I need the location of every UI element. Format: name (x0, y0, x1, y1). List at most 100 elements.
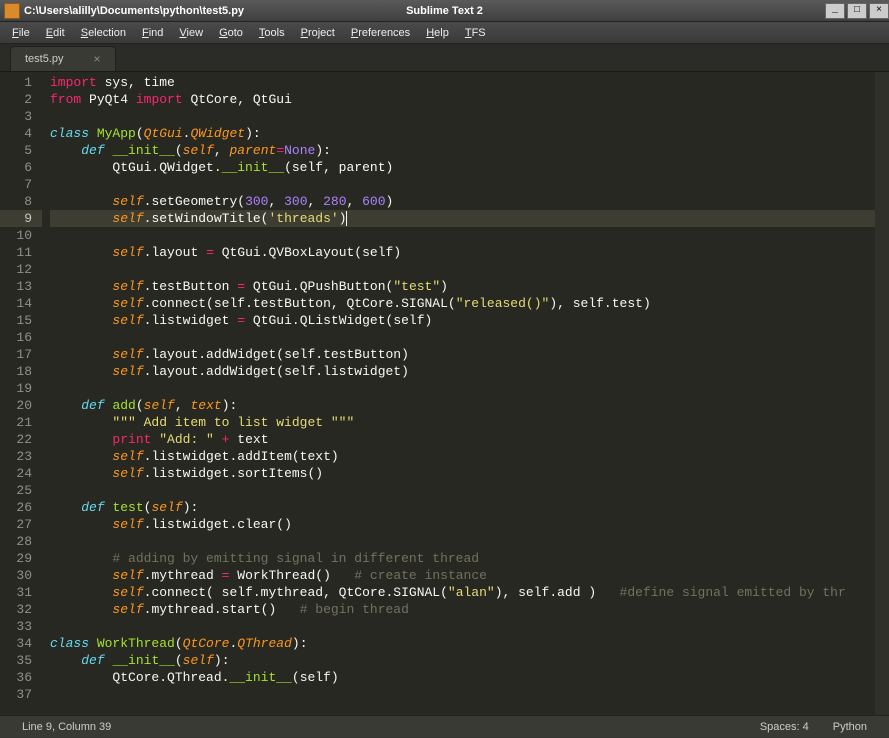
code-line[interactable]: self.connect(self.testButton, QtCore.SIG… (50, 295, 889, 312)
code-line[interactable]: self.listwidget.addItem(text) (50, 448, 889, 465)
line-number: 2 (0, 91, 32, 108)
code-line[interactable]: self.listwidget.clear() (50, 516, 889, 533)
menu-find[interactable]: Find (134, 25, 171, 41)
line-number: 14 (0, 295, 32, 312)
line-number: 36 (0, 669, 32, 686)
menu-project[interactable]: Project (293, 25, 343, 41)
line-number: 15 (0, 312, 32, 329)
window-title-path: C:\Users\alilly\Documents\python\test5.p… (24, 5, 244, 17)
code-line[interactable]: self.mythread = WorkThread() # create in… (50, 567, 889, 584)
line-number: 5 (0, 142, 32, 159)
line-number: 25 (0, 482, 32, 499)
code-line[interactable]: self.connect( self.mythread, QtCore.SIGN… (50, 584, 889, 601)
line-number: 8 (0, 193, 32, 210)
code-line[interactable]: self.layout.addWidget(self.listwidget) (50, 363, 889, 380)
line-number: 11 (0, 244, 32, 261)
menu-file[interactable]: File (4, 25, 38, 41)
line-number-gutter: 1234567891011121314151617181920212223242… (0, 72, 42, 715)
code-line[interactable]: import sys, time (50, 74, 889, 91)
code-content[interactable]: import sys, timefrom PyQt4 import QtCore… (42, 72, 889, 715)
code-line[interactable]: self.layout.addWidget(self.testButton) (50, 346, 889, 363)
line-number: 19 (0, 380, 32, 397)
code-line[interactable] (50, 261, 889, 278)
window-controls: _ □ × (823, 3, 889, 19)
line-number: 27 (0, 516, 32, 533)
code-editor[interactable]: 1234567891011121314151617181920212223242… (0, 72, 889, 715)
code-line[interactable]: self.setWindowTitle('threads') (50, 210, 889, 227)
menu-edit[interactable]: Edit (38, 25, 73, 41)
code-line[interactable]: def test(self): (50, 499, 889, 516)
line-number: 9 (0, 210, 42, 227)
status-bar: Line 9, Column 39 Spaces: 4 Python (0, 715, 889, 737)
code-line[interactable] (50, 618, 889, 635)
code-line[interactable]: class MyApp(QtGui.QWidget): (50, 125, 889, 142)
maximize-button[interactable]: □ (847, 3, 867, 19)
code-line[interactable] (50, 227, 889, 244)
menu-help[interactable]: Help (418, 25, 457, 41)
code-line[interactable] (50, 380, 889, 397)
tab-label: test5.py (25, 53, 64, 65)
menu-view[interactable]: View (171, 25, 211, 41)
code-line[interactable]: print "Add: " + text (50, 431, 889, 448)
cursor-position: Line 9, Column 39 (10, 721, 123, 733)
menu-preferences[interactable]: Preferences (343, 25, 418, 41)
line-number: 6 (0, 159, 32, 176)
code-line[interactable] (50, 329, 889, 346)
menu-selection[interactable]: Selection (73, 25, 134, 41)
code-line[interactable]: def __init__(self): (50, 652, 889, 669)
line-number: 34 (0, 635, 32, 652)
line-number: 16 (0, 329, 32, 346)
code-line[interactable]: self.mythread.start() # begin thread (50, 601, 889, 618)
minimize-button[interactable]: _ (825, 3, 845, 19)
code-line[interactable] (50, 108, 889, 125)
code-line[interactable]: self.testButton = QtGui.QPushButton("tes… (50, 278, 889, 295)
line-number: 4 (0, 125, 32, 142)
code-line[interactable] (50, 176, 889, 193)
line-number: 13 (0, 278, 32, 295)
line-number: 37 (0, 686, 32, 703)
title-bar: C:\Users\alilly\Documents\python\test5.p… (0, 0, 889, 22)
code-line[interactable]: self.layout = QtGui.QVBoxLayout(self) (50, 244, 889, 261)
code-line[interactable]: def __init__(self, parent=None): (50, 142, 889, 159)
code-line[interactable] (50, 482, 889, 499)
code-line[interactable]: self.setGeometry(300, 300, 280, 600) (50, 193, 889, 210)
line-number: 17 (0, 346, 32, 363)
code-line[interactable]: QtGui.QWidget.__init__(self, parent) (50, 159, 889, 176)
line-number: 10 (0, 227, 32, 244)
line-number: 18 (0, 363, 32, 380)
code-line[interactable]: from PyQt4 import QtCore, QtGui (50, 91, 889, 108)
line-number: 26 (0, 499, 32, 516)
syntax-setting[interactable]: Python (821, 721, 879, 733)
line-number: 29 (0, 550, 32, 567)
code-line[interactable] (50, 686, 889, 703)
code-line[interactable]: self.listwidget = QtGui.QListWidget(self… (50, 312, 889, 329)
file-tab[interactable]: test5.py × (10, 46, 116, 71)
app-icon (4, 3, 20, 19)
line-number: 30 (0, 567, 32, 584)
menu-tfs[interactable]: TFS (457, 25, 494, 41)
line-number: 31 (0, 584, 32, 601)
line-number: 7 (0, 176, 32, 193)
line-number: 22 (0, 431, 32, 448)
line-number: 28 (0, 533, 32, 550)
code-line[interactable]: class WorkThread(QtCore.QThread): (50, 635, 889, 652)
line-number: 24 (0, 465, 32, 482)
close-window-button[interactable]: × (869, 3, 889, 19)
code-line[interactable]: def add(self, text): (50, 397, 889, 414)
indent-setting[interactable]: Spaces: 4 (748, 721, 821, 733)
line-number: 12 (0, 261, 32, 278)
menu-goto[interactable]: Goto (211, 25, 251, 41)
code-line[interactable] (50, 533, 889, 550)
line-number: 20 (0, 397, 32, 414)
line-number: 1 (0, 74, 32, 91)
window-app-name: Sublime Text 2 (406, 5, 483, 17)
line-number: 33 (0, 618, 32, 635)
menu-tools[interactable]: Tools (251, 25, 293, 41)
code-line[interactable]: self.listwidget.sortItems() (50, 465, 889, 482)
tab-close-icon[interactable]: × (94, 52, 101, 66)
line-number: 3 (0, 108, 32, 125)
vertical-scrollbar[interactable] (875, 72, 889, 715)
code-line[interactable]: # adding by emitting signal in different… (50, 550, 889, 567)
code-line[interactable]: """ Add item to list widget """ (50, 414, 889, 431)
code-line[interactable]: QtCore.QThread.__init__(self) (50, 669, 889, 686)
